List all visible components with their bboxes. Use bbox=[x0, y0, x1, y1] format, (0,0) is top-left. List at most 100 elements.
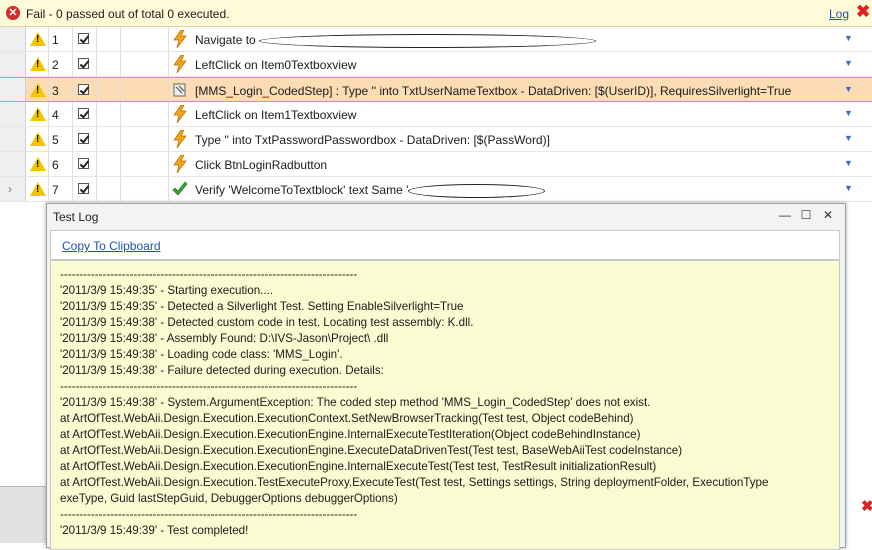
cell-divider bbox=[120, 27, 121, 51]
log-line: at ArtOfTest.WebAii.Design.Execution.Exe… bbox=[60, 412, 634, 425]
log-line: ----------------------------------------… bbox=[60, 268, 358, 281]
coded-step-icon bbox=[172, 81, 188, 99]
warning-icon bbox=[30, 132, 46, 146]
cell-divider bbox=[72, 27, 73, 51]
cell-divider bbox=[168, 27, 169, 51]
log-line: at ArtOfTest.WebAii.Design.Execution.Exe… bbox=[60, 428, 641, 441]
cell-divider bbox=[48, 78, 49, 101]
step-description-text: LeftClick on Item0Textboxview bbox=[195, 58, 357, 72]
cell-divider bbox=[120, 127, 121, 151]
checkmark-icon bbox=[172, 180, 188, 198]
chevron-down-icon[interactable]: ▼ bbox=[844, 183, 853, 193]
redaction-mark bbox=[259, 33, 597, 48]
row-gutter[interactable] bbox=[0, 127, 26, 151]
copy-to-clipboard-link[interactable]: Copy To Clipboard bbox=[62, 239, 161, 253]
step-row[interactable]: 1 Navigate to ▼ bbox=[0, 27, 872, 52]
warning-icon bbox=[30, 57, 46, 71]
chevron-down-icon[interactable]: ▼ bbox=[844, 33, 853, 43]
step-row[interactable]: 5 Type '' into TxtPasswordPasswordbox - D… bbox=[0, 127, 872, 152]
cell-divider bbox=[48, 177, 49, 201]
log-line: at ArtOfTest.WebAii.Design.Execution.Exe… bbox=[60, 444, 683, 457]
step-enabled-checkbox[interactable] bbox=[78, 158, 89, 169]
warning-icon bbox=[30, 157, 46, 171]
row-gutter[interactable] bbox=[0, 102, 26, 126]
chevron-down-icon[interactable]: ▼ bbox=[844, 58, 853, 68]
cell-divider bbox=[120, 102, 121, 126]
step-number: 7 bbox=[52, 183, 59, 197]
close-icon[interactable]: ✖ bbox=[856, 3, 872, 20]
cell-divider bbox=[120, 52, 121, 76]
step-description: LeftClick on Item1Textboxview bbox=[195, 108, 356, 122]
cell-divider bbox=[48, 52, 49, 76]
step-enabled-checkbox[interactable] bbox=[78, 183, 89, 194]
step-description-text: Verify 'WelcomeToTextblock' text Same ' bbox=[195, 183, 409, 197]
cell-divider bbox=[96, 78, 97, 101]
minimize-icon[interactable]: — bbox=[778, 208, 792, 222]
cell-divider bbox=[48, 152, 49, 176]
step-number: 1 bbox=[52, 33, 59, 47]
warning-icon bbox=[30, 83, 46, 97]
step-description: LeftClick on Item0Textboxview bbox=[195, 58, 356, 72]
background-close-icon[interactable]: ✖ bbox=[861, 497, 872, 515]
close-window-icon[interactable]: ✕ bbox=[821, 208, 835, 222]
cell-divider bbox=[96, 177, 97, 201]
step-row[interactable]: › 7 Verify 'WelcomeToTextblock' text Same … bbox=[0, 177, 872, 202]
step-row[interactable]: 6 Click BtnLoginRadbutton ▼ bbox=[0, 152, 872, 177]
log-line: ----------------------------------------… bbox=[60, 508, 358, 521]
warning-icon bbox=[30, 107, 46, 121]
lightning-icon bbox=[172, 54, 188, 74]
step-enabled-checkbox[interactable] bbox=[78, 58, 89, 69]
row-gutter[interactable] bbox=[0, 27, 26, 51]
chevron-down-icon[interactable]: ▼ bbox=[844, 108, 853, 118]
step-number: 2 bbox=[52, 58, 59, 72]
step-enabled-checkbox[interactable] bbox=[78, 84, 89, 95]
step-description-text: [MMS_Login_CodedStep] : Type '' into Txt… bbox=[195, 84, 792, 98]
steps-grid: 1 Navigate to ▼ 2 LeftClick on Item0Textbox… bbox=[0, 27, 872, 202]
maximize-icon[interactable]: ☐ bbox=[799, 208, 813, 222]
lightning-icon bbox=[172, 154, 188, 174]
row-gutter[interactable] bbox=[0, 152, 26, 176]
log-line: '2011/3/9 15:49:38' - Detected custom co… bbox=[60, 316, 474, 329]
step-enabled-checkbox[interactable] bbox=[78, 108, 89, 119]
log-link[interactable]: Log bbox=[829, 7, 849, 21]
chevron-down-icon[interactable]: ▼ bbox=[844, 84, 853, 94]
step-enabled-checkbox[interactable] bbox=[78, 133, 89, 144]
cell-divider bbox=[96, 102, 97, 126]
cell-divider bbox=[168, 177, 169, 201]
log-line: '2011/3/9 15:49:38' - Failure detected d… bbox=[60, 364, 384, 377]
step-description: Click BtnLoginRadbutton bbox=[195, 158, 327, 172]
log-line: at ArtOfTest.WebAii.Design.Execution.Exe… bbox=[60, 460, 657, 473]
row-gutter[interactable]: › bbox=[0, 177, 26, 201]
row-gutter[interactable] bbox=[0, 52, 26, 76]
log-line: ----------------------------------------… bbox=[60, 380, 358, 393]
step-description: [MMS_Login_CodedStep] : Type '' into Txt… bbox=[195, 84, 791, 98]
step-enabled-checkbox[interactable] bbox=[78, 33, 89, 44]
log-line: '2011/3/9 15:49:35' - Detected a Silverl… bbox=[60, 300, 464, 313]
warning-icon bbox=[30, 182, 46, 196]
cell-divider bbox=[72, 127, 73, 151]
step-row[interactable]: 4 LeftClick on Item1Textboxview ▼ bbox=[0, 102, 872, 127]
step-description-text: LeftClick on Item1Textboxview bbox=[195, 108, 357, 122]
log-line: '2011/3/9 15:49:35' - Starting execution… bbox=[60, 284, 274, 297]
cell-divider bbox=[48, 102, 49, 126]
log-text-area[interactable]: ----------------------------------------… bbox=[50, 260, 840, 550]
warning-icon bbox=[30, 32, 46, 46]
lightning-icon bbox=[172, 129, 188, 149]
window-title: Test Log bbox=[53, 210, 99, 224]
chevron-down-icon[interactable]: ▼ bbox=[844, 158, 853, 168]
cell-divider bbox=[72, 52, 73, 76]
chevron-down-icon[interactable]: ▼ bbox=[844, 133, 853, 143]
row-gutter[interactable] bbox=[0, 78, 26, 101]
step-description: Type '' into TxtPasswordPasswordbox - Da… bbox=[195, 133, 550, 147]
step-number: 5 bbox=[52, 133, 59, 147]
cell-divider bbox=[168, 127, 169, 151]
log-line: at ArtOfTest.WebAii.Design.Execution.Tes… bbox=[60, 476, 769, 489]
cell-divider bbox=[72, 102, 73, 126]
step-row[interactable]: 2 LeftClick on Item0Textboxview ▼ bbox=[0, 52, 872, 77]
lightning-icon bbox=[172, 104, 188, 124]
error-icon: ✕ bbox=[6, 6, 20, 20]
cell-divider bbox=[96, 52, 97, 76]
cell-divider bbox=[120, 177, 121, 201]
step-row[interactable]: 3 [MMS_Login_CodedStep] : Type '' into Tx… bbox=[0, 77, 872, 102]
cell-divider bbox=[96, 127, 97, 151]
